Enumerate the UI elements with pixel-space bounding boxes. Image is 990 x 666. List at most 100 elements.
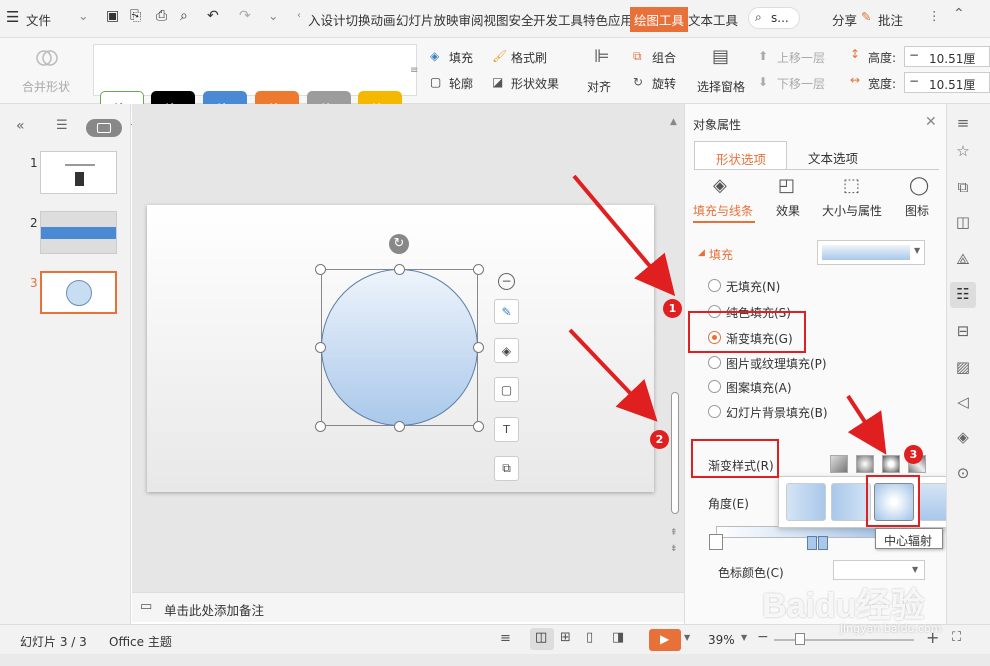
save-icon[interactable]: ▣ [106, 8, 119, 24]
style-brush-icon[interactable]: ✎ [494, 299, 519, 324]
minus-icon[interactable]: − [909, 48, 919, 62]
slide-view-toggle[interactable] [86, 119, 122, 137]
collapse-pane-icon[interactable]: « [16, 118, 25, 134]
gradient-swatch-linear-left[interactable] [831, 483, 871, 521]
preview-icon[interactable]: ⌕ [180, 8, 188, 24]
width-field[interactable]: − 10.51厘 [904, 72, 990, 93]
icon-subtab-icon[interactable]: ◯ [909, 175, 929, 196]
notes-bar[interactable]: ▭ 单击此处添加备注 [132, 592, 684, 622]
select-pane-button[interactable]: 选择窗格 [697, 78, 745, 95]
format-brush-button[interactable]: 格式刷 [511, 49, 547, 66]
resize-handle[interactable] [473, 342, 484, 353]
rotate-button[interactable]: 旋转 [652, 75, 676, 92]
radio-background-fill[interactable] [708, 405, 721, 418]
gallery-expand-icon[interactable]: ≡ [410, 65, 418, 76]
radio-pattern-fill[interactable] [708, 380, 721, 393]
collapse-float-icon[interactable]: − [498, 273, 515, 290]
scroll-left-icon[interactable]: ‹ [297, 10, 301, 21]
fill-line-icon[interactable]: ◈ [713, 175, 727, 196]
align-icon[interactable]: ⊫ [594, 46, 610, 67]
collapse-icon[interactable]: ⌃ [953, 6, 965, 22]
zoom-slider-thumb[interactable] [795, 633, 805, 645]
chevron-down-icon[interactable]: ▼ [741, 633, 747, 642]
fill-button[interactable]: 填充 [449, 49, 473, 66]
undo-icon[interactable]: ↶ [207, 8, 219, 24]
zoom-out-icon[interactable]: − [757, 629, 769, 645]
stop-color-dropdown[interactable]: ▼ [833, 560, 925, 580]
slide-thumbnail-3[interactable] [40, 271, 117, 314]
tab-drawing-tools[interactable]: 绘图工具 [630, 7, 689, 32]
shape-options-icon[interactable]: ⧉ [494, 456, 519, 481]
outline-button[interactable]: 轮廓 [449, 75, 473, 92]
minus-icon[interactable]: − [909, 74, 919, 88]
tab-dev-tools[interactable]: 开发工具 [533, 10, 583, 29]
scroll-down-page-icon[interactable]: ⇟ [670, 544, 678, 554]
outline-icon[interactable]: ▢ [430, 75, 441, 89]
subtab-icon[interactable]: 图标 [905, 202, 929, 219]
shape-effect-button[interactable]: 形状效果 [511, 75, 559, 92]
subtab-fill-line[interactable]: 填充与线条 [693, 202, 753, 219]
resize-handle[interactable] [315, 342, 326, 353]
more-options-icon[interactable]: ⋮ [928, 8, 941, 23]
search-box[interactable]: ⌕ s... [748, 7, 800, 29]
chevron-down-icon[interactable]: ⌄ [78, 8, 88, 23]
fill-color-dropdown[interactable]: ▼ [817, 240, 925, 265]
reading-view-icon[interactable]: ▯ [586, 630, 593, 645]
presenter-icon[interactable]: ◨ [612, 630, 624, 645]
resize-handle[interactable] [315, 421, 326, 432]
more-icon[interactable]: ⌄ [268, 8, 278, 23]
resize-handle[interactable] [473, 264, 484, 275]
resize-handle[interactable] [394, 421, 405, 432]
shield-icon[interactable]: ◈ [953, 428, 973, 448]
label-picture-fill[interactable]: 图片或纹理填充(P) [726, 355, 827, 372]
effect-icon[interactable]: ◰ [778, 175, 795, 196]
outline-view-icon[interactable]: ☰ [56, 118, 68, 133]
export-pdf-icon[interactable]: ⎘ [130, 8, 141, 24]
print-icon[interactable]: ⎙ [156, 8, 167, 24]
gradient-stop-marker[interactable] [807, 536, 817, 550]
tab-text-options[interactable]: 文本选项 [808, 148, 858, 167]
tab-insert-design[interactable]: 入设计切换动画 [308, 10, 396, 29]
rotate-icon[interactable]: ↻ [633, 75, 643, 89]
radio-picture-fill[interactable] [708, 356, 721, 369]
format-brush-icon[interactable]: 🖌 [492, 49, 507, 63]
panel-title[interactable]: 对象属性 [693, 116, 741, 133]
group-button[interactable]: 组合 [652, 49, 676, 66]
send-backward-icon[interactable]: ⬇ [758, 75, 768, 89]
fit-window-icon[interactable]: ⛶ [952, 630, 961, 645]
label-pattern-fill[interactable]: 图案填充(A) [726, 379, 792, 396]
help-icon[interactable]: ⊙ [953, 464, 973, 484]
tab-text-tools[interactable]: 文本工具 [688, 10, 738, 29]
gradient-swatch-linear-right[interactable] [786, 483, 826, 521]
resize-handle[interactable] [315, 264, 326, 275]
menu-lines-icon[interactable]: ≡ [953, 114, 973, 134]
scroll-up-icon[interactable]: ▲ [670, 117, 677, 127]
fill-icon[interactable]: ◈ [430, 49, 439, 63]
subtab-effect[interactable]: 效果 [776, 202, 800, 219]
notes-toggle-icon[interactable]: ≡ [500, 631, 511, 646]
radio-no-fill[interactable] [708, 279, 721, 292]
effects-icon[interactable]: ⟁ [953, 250, 973, 270]
bring-forward-button[interactable]: 上移一层 [777, 49, 825, 66]
text-box-icon[interactable]: T [494, 417, 519, 442]
selected-circle-shape[interactable] [321, 269, 478, 426]
play-button[interactable]: ▶ [649, 629, 681, 651]
transform-icon[interactable]: ⧉ [953, 178, 973, 198]
subtab-size[interactable]: 大小与属性 [822, 202, 882, 219]
shape-effect-icon[interactable]: ◪ [492, 75, 503, 89]
file-menu[interactable]: 文件 [26, 10, 51, 29]
rotate-handle-icon[interactable]: ↻ [389, 234, 409, 254]
gradient-stop-handle[interactable] [709, 534, 723, 550]
close-icon[interactable]: ✕ [925, 114, 937, 130]
share-button[interactable]: 分享 [832, 10, 857, 29]
normal-view-icon[interactable]: ◫ [535, 630, 547, 645]
label-background-fill[interactable]: 幻灯片背景填充(B) [726, 404, 828, 421]
hamburger-icon[interactable]: ☰ [6, 8, 19, 26]
sorter-view-icon[interactable]: ⊞ [560, 630, 571, 645]
fill-bucket-icon[interactable]: ◈ [494, 338, 519, 363]
select-pane-icon[interactable]: ▤ [712, 46, 729, 67]
properties-icon[interactable]: ☷ [953, 285, 973, 305]
scroll-up-page-icon[interactable]: ⇞ [670, 528, 678, 538]
chevron-down-icon[interactable]: ▼ [684, 633, 690, 642]
slide-thumbnail-1[interactable] [40, 151, 117, 194]
